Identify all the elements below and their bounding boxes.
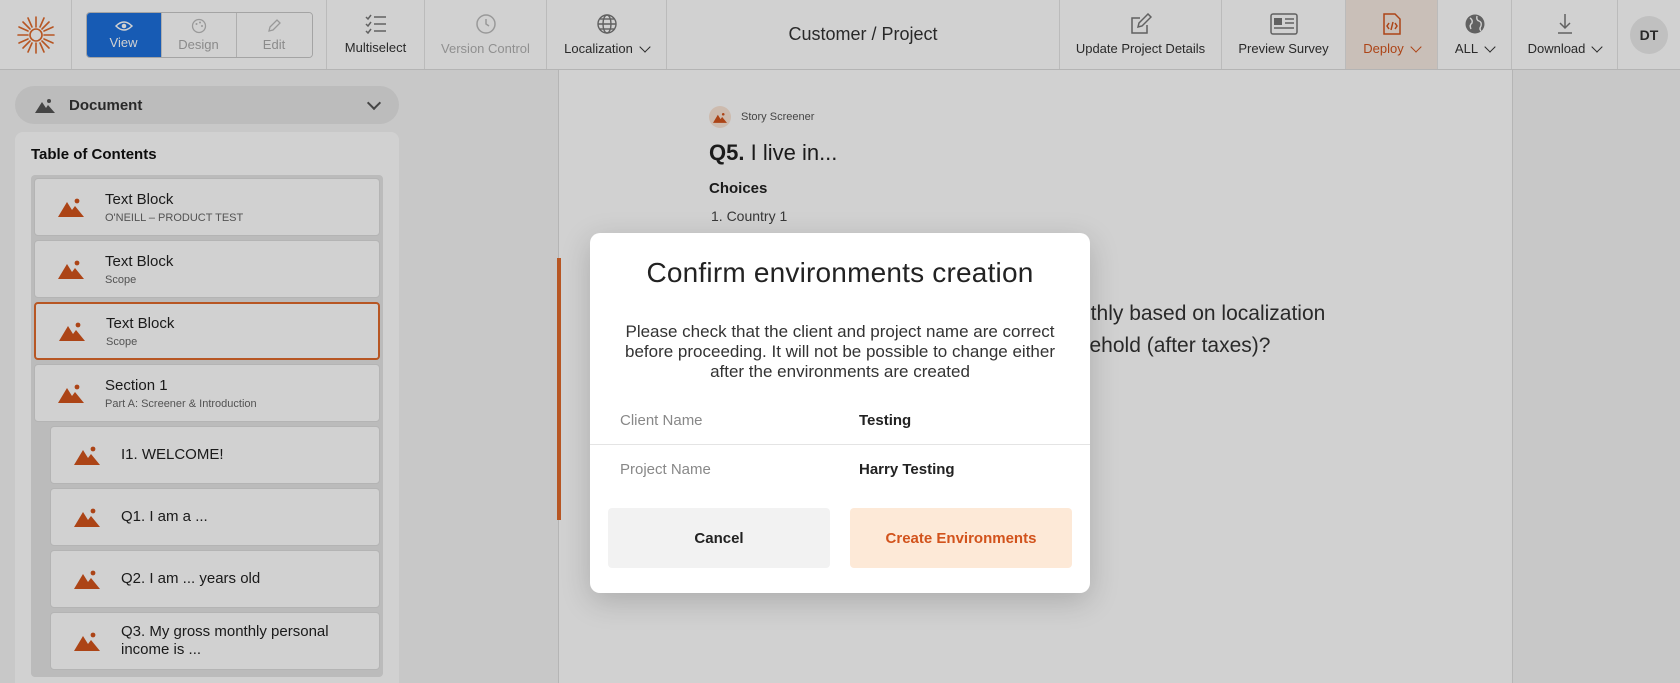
cancel-button[interactable]: Cancel bbox=[608, 508, 830, 568]
client-name-value: Testing bbox=[859, 412, 912, 429]
project-name-row: Project Name Harry Testing bbox=[590, 445, 1090, 493]
dialog-message: Please check that the client and project… bbox=[625, 322, 1055, 381]
client-name-row: Client Name Testing bbox=[590, 397, 1090, 445]
dialog-title: Confirm environments creation bbox=[646, 257, 1034, 288]
client-name-label: Client Name bbox=[620, 412, 703, 429]
create-environments-button[interactable]: Create Environments bbox=[850, 508, 1072, 568]
project-name-value: Harry Testing bbox=[859, 460, 955, 478]
project-name-label: Project Name bbox=[620, 460, 711, 478]
confirm-environments-dialog: Confirm environments creation Please che… bbox=[590, 233, 1090, 593]
